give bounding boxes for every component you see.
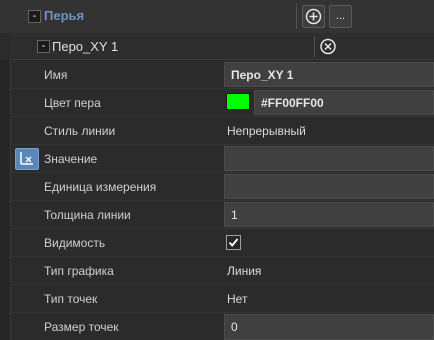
chart-type-value[interactable]: Линия: [227, 264, 261, 278]
point-size-label: Размер точек: [44, 320, 119, 334]
row-divider: [10, 200, 434, 201]
value-label: Значение: [44, 152, 98, 166]
row-divider: [10, 284, 434, 285]
pen-color-field[interactable]: #FF00FF00: [254, 90, 434, 115]
value-field[interactable]: [224, 146, 434, 171]
row-divider: [10, 172, 434, 173]
line-width-value: 1: [231, 208, 238, 222]
pen-title: Перо_XY 1: [52, 39, 119, 54]
chart-type-label: Тип графика: [44, 264, 114, 278]
row-divider: [10, 88, 434, 89]
section-title: Перья: [44, 8, 85, 23]
visibility-checkbox[interactable]: [226, 235, 241, 250]
add-pen-button[interactable]: [302, 5, 325, 28]
name-label: Имя: [44, 68, 68, 82]
pen-color-value: #FF00FF00: [261, 96, 324, 110]
row-divider: [10, 116, 434, 117]
left-gutter: [0, 60, 10, 340]
unit-label: Единица измерения: [44, 180, 157, 194]
pen-header-divider: [314, 36, 315, 57]
row-divider: [10, 312, 434, 313]
section-collapse-button[interactable]: -: [28, 10, 41, 23]
binding-icon: [20, 152, 33, 165]
unit-field[interactable]: [224, 174, 434, 199]
pen-collapse-button[interactable]: -: [37, 40, 50, 53]
pen-color-label: Цвет пера: [44, 96, 101, 110]
line-width-field[interactable]: 1: [224, 202, 434, 227]
line-style-label: Стиль линии: [44, 124, 116, 138]
point-type-label: Тип точек: [44, 292, 98, 306]
name-value: Перо_XY 1: [231, 68, 294, 82]
point-type-value[interactable]: Нет: [227, 292, 247, 306]
row-divider: [10, 144, 434, 145]
header-divider: [296, 4, 297, 29]
line-style-value[interactable]: Непрерывный: [227, 124, 306, 138]
close-circle-icon: [320, 38, 336, 55]
plus-circle-icon: [305, 8, 322, 25]
pen-color-swatch[interactable]: [226, 93, 250, 110]
checkmark-icon: [228, 238, 239, 247]
point-size-value: 0: [231, 320, 238, 334]
name-field[interactable]: Перо_XY 1: [224, 62, 434, 87]
remove-pen-button[interactable]: [317, 36, 339, 57]
value-binding-button[interactable]: [15, 148, 39, 170]
row-divider: [10, 256, 434, 257]
point-size-field[interactable]: 0: [224, 314, 434, 340]
row-divider: [10, 228, 434, 229]
line-width-label: Толщина линии: [44, 208, 131, 222]
more-options-button[interactable]: ...: [329, 5, 352, 28]
visibility-label: Видимость: [44, 236, 106, 250]
